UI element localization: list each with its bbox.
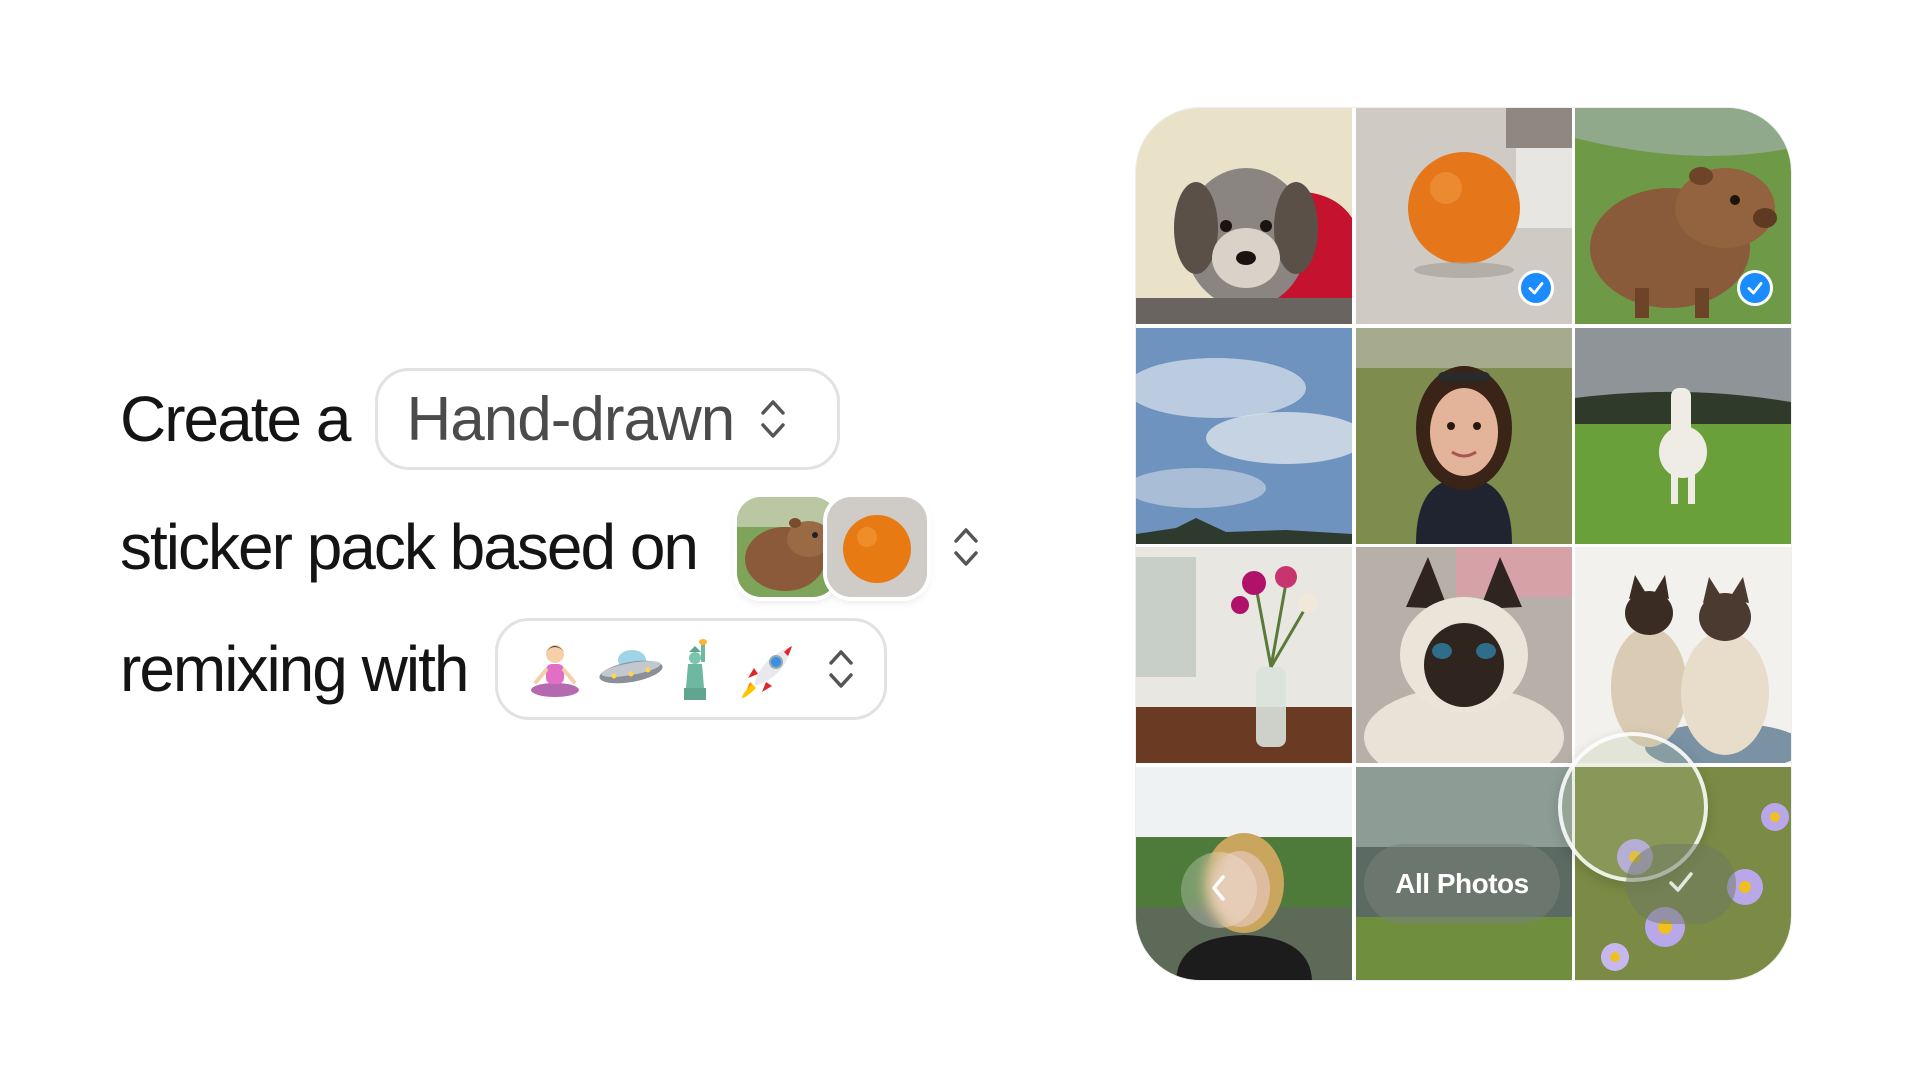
selected-check-icon: [1737, 270, 1773, 306]
prompt-prefix-remixing: remixing with: [120, 633, 469, 705]
all-photos-button[interactable]: All Photos: [1364, 844, 1560, 924]
photo-capybara[interactable]: [1575, 108, 1791, 324]
selected-photo-orange: [827, 497, 927, 597]
selected-photo-capybara: [737, 497, 837, 597]
prompt-line-3: remixing with: [120, 614, 888, 724]
checkmark-icon: [1667, 868, 1695, 901]
rocket-icon: [740, 638, 802, 700]
person-in-lotus-position-icon: [524, 638, 586, 700]
photo-picker: All Photos: [1136, 108, 1791, 980]
photo-two-siamese-cats[interactable]: [1575, 547, 1791, 763]
photo-siamese-cat[interactable]: [1355, 547, 1572, 763]
style-select-value: Hand-drawn: [406, 384, 735, 454]
prompt-prefix-sticker-pack: sticker pack based on: [120, 511, 699, 583]
chevron-up-down-icon[interactable]: [953, 524, 979, 570]
photo-pony[interactable]: [1575, 327, 1791, 544]
chevron-up-down-icon: [760, 396, 786, 442]
selected-photos-picker[interactable]: [737, 497, 927, 597]
done-button[interactable]: [1626, 844, 1736, 924]
prompt-prefix-create: Create a: [120, 383, 351, 455]
photo-sky[interactable]: [1136, 327, 1352, 544]
photo-orange[interactable]: [1355, 108, 1572, 324]
photo-woman-selfie[interactable]: [1355, 327, 1572, 544]
flying-saucer-icon: [596, 638, 663, 700]
photo-flowers-vase[interactable]: [1136, 547, 1352, 763]
remix-emoji-select[interactable]: [495, 618, 888, 720]
prompt-line-2: sticker pack based on: [120, 492, 979, 602]
back-button[interactable]: [1181, 852, 1257, 928]
statue-of-liberty-icon: [668, 638, 730, 700]
photo-dog[interactable]: [1136, 108, 1352, 324]
selected-check-icon: [1517, 270, 1554, 306]
prompt-line-1: Create a Hand-drawn: [120, 364, 841, 474]
style-select[interactable]: Hand-drawn: [375, 368, 841, 470]
chevron-left-icon: [1209, 873, 1229, 908]
remix-emoji-list: [524, 638, 802, 700]
chevron-up-down-icon: [828, 646, 854, 692]
